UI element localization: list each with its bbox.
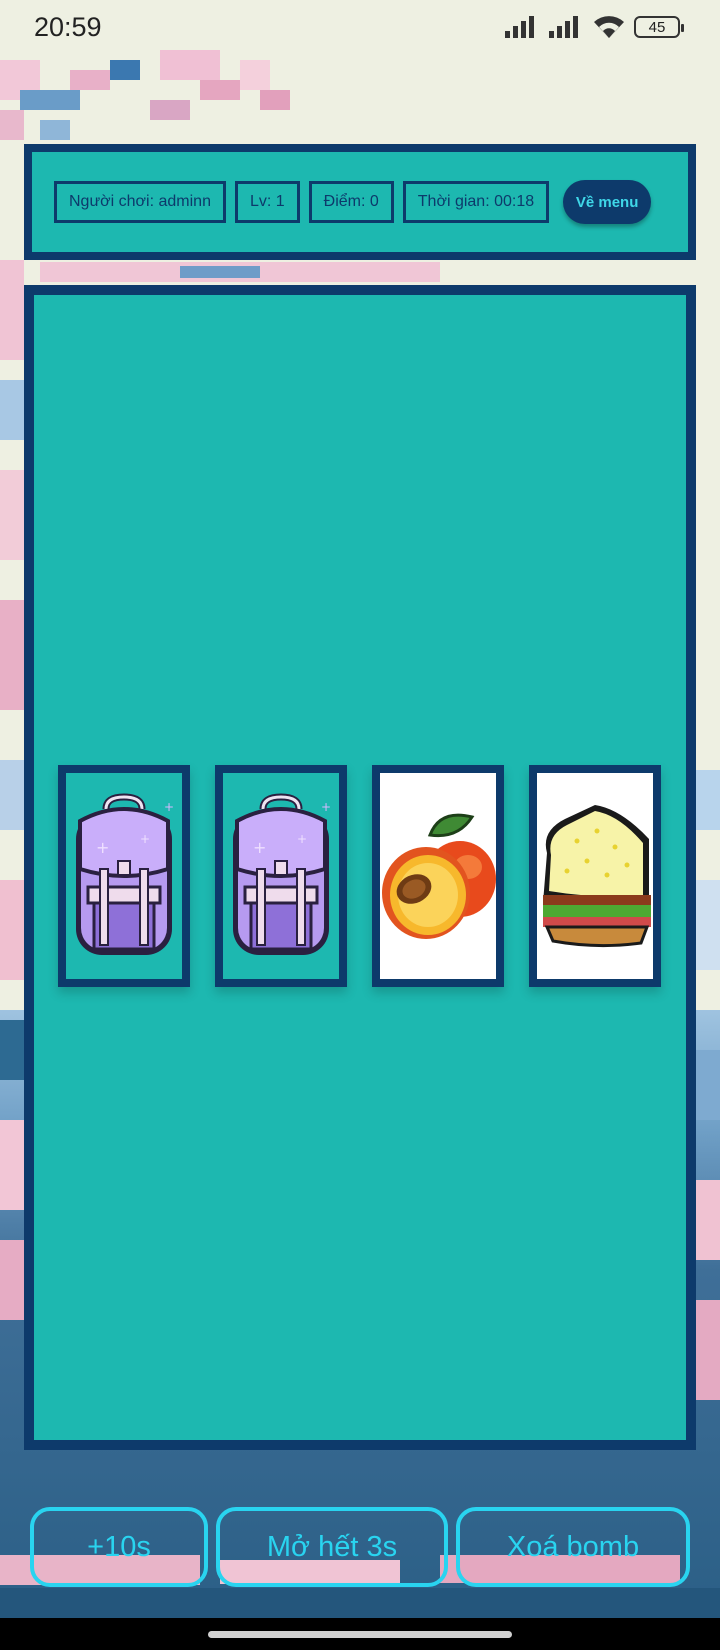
- card-backpack[interactable]: + + +: [58, 765, 190, 987]
- card-sandwich[interactable]: [529, 765, 661, 987]
- level-indicator: Lv: 1: [234, 181, 300, 223]
- system-nav-bar: [0, 1618, 720, 1650]
- game-hud: Người chơi: adminn Lv: 1 Điểm: 0 Thời gi…: [24, 144, 696, 260]
- score-display: Điểm: 0: [308, 181, 394, 223]
- card-peach[interactable]: [372, 765, 504, 987]
- battery-icon: 45: [634, 16, 684, 38]
- card-backpack[interactable]: + + +: [215, 765, 347, 987]
- svg-text:+: +: [96, 838, 109, 857]
- svg-text:+: +: [253, 838, 266, 857]
- backpack-icon: + + +: [76, 793, 174, 955]
- svg-text:+: +: [297, 832, 307, 846]
- back-to-menu-button[interactable]: Về menu: [563, 180, 652, 224]
- home-gesture-handle[interactable]: [208, 1631, 512, 1638]
- reveal-all-button[interactable]: Mở hết 3s: [216, 1507, 448, 1587]
- sandwich-icon: [543, 805, 651, 948]
- svg-text:+: +: [164, 800, 174, 814]
- peach-icon: [382, 813, 496, 939]
- timer-display: Thời gian: 00:18: [402, 181, 550, 223]
- status-bar: 20:59 45: [0, 0, 720, 54]
- cellular-signal-icon: [505, 16, 534, 38]
- card-row: + + + + + +: [58, 765, 661, 987]
- svg-text:+: +: [321, 800, 331, 814]
- game-board: + + + + + +: [24, 285, 696, 1450]
- status-icons: 45: [504, 14, 684, 40]
- add-time-button[interactable]: +10s: [30, 1507, 208, 1587]
- svg-text:+: +: [140, 832, 150, 846]
- wifi-icon: [594, 16, 624, 38]
- status-time: 20:59: [34, 12, 102, 42]
- powerup-bar: +10s Mở hết 3s Xoá bomb: [30, 1507, 690, 1587]
- cellular-signal-icon: [549, 16, 578, 38]
- remove-bomb-button[interactable]: Xoá bomb: [456, 1507, 690, 1587]
- backpack-icon: + + +: [233, 793, 331, 955]
- player-name: Người chơi: adminn: [54, 181, 226, 223]
- battery-level: 45: [648, 18, 666, 36]
